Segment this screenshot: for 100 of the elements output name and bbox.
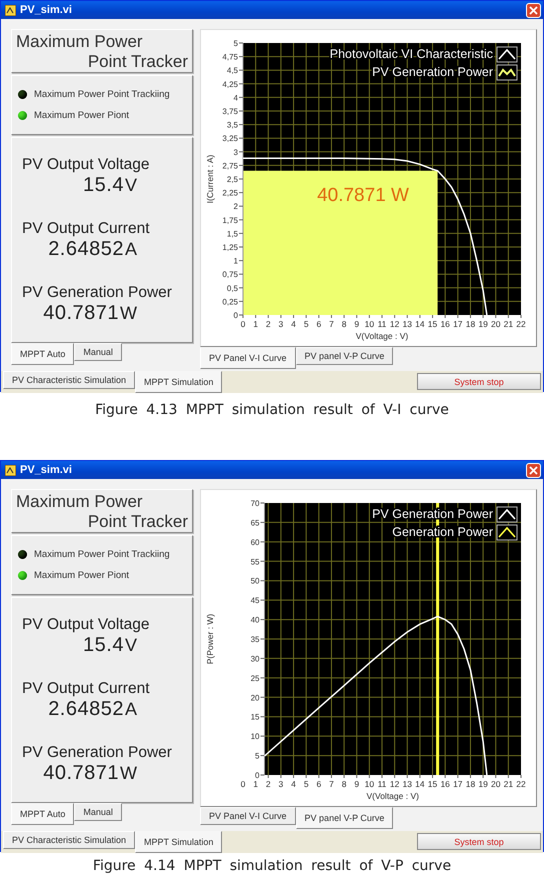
tab[interactable]: PV panel V-P Curve: [296, 807, 394, 829]
tick-label: 1: [253, 319, 258, 329]
tick-label: 22: [516, 319, 526, 329]
tick-label: 18: [466, 779, 476, 789]
unit-label: W: [120, 302, 137, 324]
tick-label: 10: [364, 319, 374, 329]
tick-label: 3,25: [222, 134, 238, 144]
tick-label: 0,75: [222, 270, 238, 280]
reading-label: PV Generation Power: [22, 744, 172, 762]
legend-label: PV Generation Power: [372, 65, 493, 79]
tick-label: 14: [415, 779, 425, 789]
panel-title: Point Tracker: [88, 512, 188, 532]
unit-label: A: [124, 698, 137, 720]
indicator-label: Maximum Power Point Trackiing: [34, 549, 170, 560]
tick-label: 6: [316, 319, 322, 329]
unit-label: A: [124, 238, 137, 260]
reading-label: PV Generation Power: [22, 284, 172, 302]
tick-label: 45: [250, 596, 260, 606]
tick-label: 0,25: [222, 297, 238, 306]
tab[interactable]: MPPT Auto: [11, 803, 74, 825]
unit-label: W: [120, 762, 137, 784]
tick-label: 4,25: [222, 80, 238, 89]
tick-label: 5: [234, 39, 238, 48]
tab[interactable]: PV Panel V-I Curve: [200, 807, 296, 825]
tick-label: 16: [440, 319, 450, 329]
tick-label: 4,5: [226, 66, 238, 76]
panel-title: Maximum Power: [16, 492, 144, 512]
tick-label: 50: [250, 576, 260, 586]
tick-label: 13: [402, 319, 412, 329]
tick-label: 18: [466, 319, 476, 329]
figure-caption: Figure 4.14 MPPT simulation result of V-P curve: [92, 858, 452, 874]
tab[interactable]: MPPT Simulation: [135, 831, 222, 853]
tick-label: 3,5: [226, 120, 238, 130]
close-button[interactable]: [526, 462, 541, 478]
indicator-label: Maximum Power Point Trackiing: [34, 89, 170, 100]
tick-label: 7: [329, 319, 334, 329]
tick-label: 1,25: [222, 243, 238, 252]
tick-label: 7: [329, 779, 334, 789]
system-stop-button[interactable]: System stop: [417, 373, 541, 390]
tab[interactable]: PV Panel V-I Curve: [200, 347, 296, 369]
axis-label: V(Voltage : V): [366, 791, 419, 801]
tick-label: 0: [240, 779, 246, 789]
annotation-label: 40.7871 W: [317, 184, 409, 206]
tick-label: 4,75: [222, 52, 238, 62]
tick-label: 5: [255, 752, 260, 761]
tick-label: 20: [250, 693, 260, 702]
tick-label: 25: [250, 674, 260, 683]
close-button[interactable]: [526, 2, 541, 18]
tab[interactable]: Manual: [74, 343, 122, 361]
tab[interactable]: PV panel V-P Curve: [296, 347, 394, 365]
tab[interactable]: MPPT Auto: [11, 343, 74, 365]
reading-value: 15.4: [83, 174, 124, 196]
tab[interactable]: PV Characteristic Simulation: [3, 371, 136, 389]
tick-label: 1,75: [222, 216, 238, 225]
axis-label: I(Current : A): [205, 154, 215, 204]
tick-label: 4: [234, 93, 238, 102]
reading-label: PV Output Current: [22, 220, 150, 238]
figure-caption: Figure 4.13 MPPT simulation result of V-I curve: [95, 402, 449, 418]
tick-label: 12: [390, 779, 400, 789]
tick-label: 8: [342, 319, 346, 329]
tick-label: 40: [250, 616, 260, 625]
tab[interactable]: Manual: [74, 803, 122, 821]
tick-label: 0,5: [226, 284, 238, 293]
tick-label: 3: [278, 779, 284, 789]
tick-label: 30: [250, 654, 260, 664]
tick-label: 3,75: [222, 107, 238, 116]
tick-label: 9: [354, 319, 360, 329]
indicator-label: Maximum Power Piont: [34, 570, 130, 581]
tick-label: 11: [378, 319, 386, 329]
reading-value: 2.64852: [48, 238, 124, 260]
legend-label: Photovoltaic VI Characteristic: [330, 47, 493, 61]
tick-label: 2: [266, 779, 271, 789]
axis-label: V(Voltage : V): [356, 331, 408, 341]
tick-label: 21: [504, 319, 514, 329]
tick-label: 9: [354, 779, 360, 789]
tick-label: 17: [453, 319, 463, 329]
window-title: PV_sim.vi: [20, 4, 73, 16]
tick-label: 10: [364, 779, 374, 789]
panel-title: Point Tracker: [88, 52, 188, 72]
tick-label: 5: [304, 319, 309, 329]
tick-label: 0: [240, 319, 246, 329]
reading-value: 15.4: [83, 634, 124, 656]
tick-label: 20: [491, 779, 500, 789]
tick-label: 10: [250, 732, 260, 742]
tick-label: 2: [266, 319, 271, 329]
tab[interactable]: MPPT Simulation: [135, 371, 222, 393]
system-stop-button[interactable]: System stop: [417, 833, 541, 850]
reading-value: 40.7871: [43, 762, 119, 784]
tick-label: 4: [291, 319, 296, 329]
tick-label: 15: [428, 779, 438, 789]
tab[interactable]: PV Characteristic Simulation: [3, 831, 136, 849]
tick-label: 2,75: [222, 161, 238, 170]
tick-label: 19: [478, 779, 488, 789]
tick-label: 1: [253, 779, 258, 789]
tick-label: 6: [316, 779, 322, 789]
app-icon: [5, 4, 16, 16]
tick-label: 1,5: [226, 229, 238, 238]
tick-label: 4: [291, 779, 296, 789]
tick-label: 60: [250, 538, 260, 547]
window-title: PV_sim.vi: [20, 464, 73, 476]
